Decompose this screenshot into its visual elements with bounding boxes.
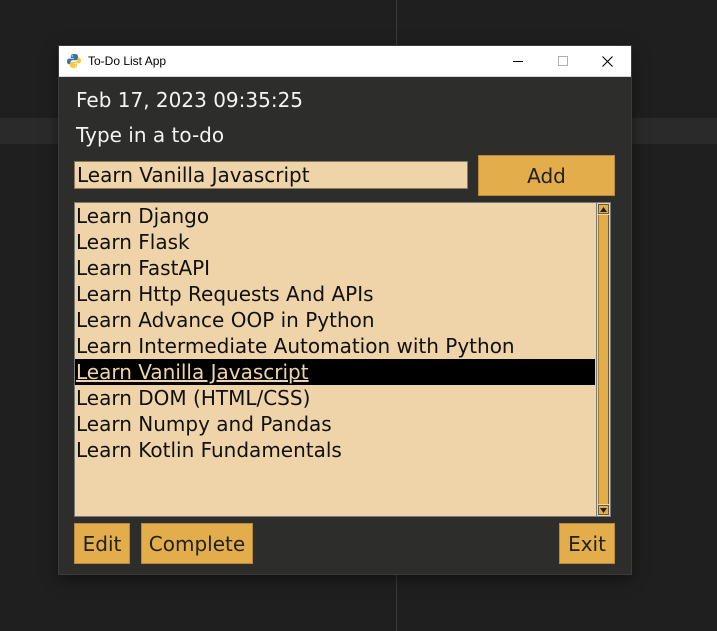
list-item-label: Learn Numpy and Pandas <box>76 412 332 436</box>
minimize-icon <box>512 61 523 62</box>
title-bar[interactable]: To-Do List App <box>59 46 631 77</box>
complete-button[interactable]: Complete <box>141 523 253 564</box>
close-icon <box>602 55 613 67</box>
list-item-label: Learn Http Requests And APIs <box>76 282 374 306</box>
list-item-label: Learn Django <box>76 204 210 228</box>
maximize-icon <box>557 56 568 66</box>
list-item[interactable]: Learn Django <box>75 203 595 229</box>
close-button[interactable] <box>585 46 630 76</box>
list-item[interactable]: Learn Flask <box>75 229 595 255</box>
list-item[interactable]: Learn Kotlin Fundamentals <box>75 437 595 463</box>
list-item[interactable]: Learn Vanilla Javascript <box>75 359 595 385</box>
list-item-label: Learn DOM (HTML/CSS) <box>76 386 311 410</box>
exit-button[interactable]: Exit <box>559 523 615 564</box>
list-item-label: Learn Kotlin Fundamentals <box>76 438 342 462</box>
maximize-button[interactable] <box>540 46 585 76</box>
window-title: To-Do List App <box>88 54 167 68</box>
list-item[interactable]: Learn Http Requests And APIs <box>75 281 595 307</box>
scrollbar-thumb[interactable] <box>598 215 609 504</box>
minimize-button[interactable] <box>495 46 540 76</box>
add-button[interactable]: Add <box>478 155 615 196</box>
list-item[interactable]: Learn FastAPI <box>75 255 595 281</box>
listbox-scrollbar[interactable] <box>596 202 611 517</box>
arrow-up-icon <box>600 206 607 212</box>
todo-prompt-label: Type in a to-do <box>76 123 225 147</box>
list-item-label: Learn Flask <box>76 230 190 254</box>
list-item-label: Learn Intermediate Automation with Pytho… <box>76 334 515 358</box>
todo-input[interactable] <box>74 161 468 189</box>
datetime-label: Feb 17, 2023 09:35:25 <box>76 88 304 112</box>
list-item-label: Learn Vanilla Javascript <box>76 360 309 384</box>
app-window: To-Do List App Feb 17, 2023 09:35:25 Typ… <box>59 46 631 574</box>
python-icon <box>67 54 81 68</box>
scroll-up-button[interactable] <box>598 204 609 214</box>
list-item[interactable]: Learn Numpy and Pandas <box>75 411 595 437</box>
list-item-label: Learn Advance OOP in Python <box>76 308 375 332</box>
scroll-down-button[interactable] <box>598 505 609 515</box>
list-item-label: Learn FastAPI <box>76 256 211 280</box>
arrow-down-icon <box>600 507 607 513</box>
todo-listbox[interactable]: Learn Django Learn Flask Learn FastAPI L… <box>74 202 611 517</box>
list-item[interactable]: Learn Advance OOP in Python <box>75 307 595 333</box>
list-item[interactable]: Learn DOM (HTML/CSS) <box>75 385 595 411</box>
list-item[interactable]: Learn Intermediate Automation with Pytho… <box>75 333 595 359</box>
edit-button[interactable]: Edit <box>74 523 130 564</box>
